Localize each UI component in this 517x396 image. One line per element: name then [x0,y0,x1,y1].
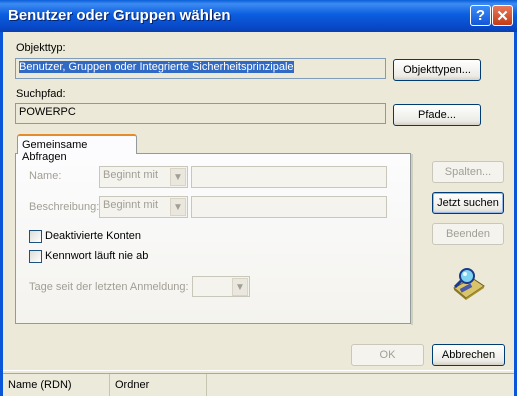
search-path-label: Suchpfad: [16,88,66,100]
chevron-down-icon: ▼ [232,278,248,296]
search-icon [453,268,485,300]
last-login-dropdown[interactable]: ▼ [192,276,250,297]
search-path-field: POWERPC [15,103,386,124]
chevron-down-icon: ▼ [170,168,186,186]
description-mode-dropdown[interactable]: Beginnt mit ▼ [99,196,188,218]
separator [3,370,514,371]
results-list-header: Name (RDN) Ordner [3,373,514,396]
close-icon: ✕ [496,7,509,25]
panel-shadow [411,154,413,325]
object-type-value: Benutzer, Gruppen oder Integrierte Siche… [19,61,294,73]
window-frame-left [0,32,3,396]
name-mode-dropdown[interactable]: Beginnt mit ▼ [99,166,188,188]
close-button[interactable]: ✕ [492,5,513,26]
disabled-accounts-label: Deaktivierte Konten [45,230,141,242]
columns-button[interactable]: Spalten... [432,161,504,183]
column-header-name[interactable]: Name (RDN) [3,374,110,396]
column-header-folder-label: Ordner [115,379,150,391]
disabled-accounts-checkbox[interactable] [29,230,42,243]
ok-button-label: OK [379,349,396,361]
columns-button-label: Spalten... [444,166,492,178]
search-now-button[interactable]: Jetzt suchen [432,192,504,214]
description-mode-value: Beginnt mit [103,199,159,211]
stop-button[interactable]: Beenden [432,223,504,245]
object-types-button-label: Objekttypen... [403,64,471,76]
chevron-down-icon: ▼ [170,198,186,216]
name-input[interactable] [191,166,387,188]
object-type-label: Objekttyp: [16,42,66,54]
description-label: Beschreibung: [29,201,100,213]
paths-button-label: Pfade... [418,109,456,121]
window-title: Benutzer oder Gruppen wählen [8,7,231,24]
object-type-field: Benutzer, Gruppen oder Integrierte Siche… [15,58,386,79]
help-icon: ? [475,7,486,24]
paths-button[interactable]: Pfade... [393,104,481,126]
title-bar: Benutzer oder Gruppen wählen ? ✕ [0,0,517,32]
stop-button-label: Beenden [445,228,491,240]
tab-common-queries[interactable]: Gemeinsame Abfragen [17,134,137,163]
column-header-name-label: Name (RDN) [8,379,72,391]
help-button[interactable]: ? [470,5,491,26]
object-types-button[interactable]: Objekttypen... [393,59,481,81]
search-path-value: POWERPC [19,106,76,118]
description-input[interactable] [191,196,387,218]
cancel-button-label: Abbrechen [441,349,496,361]
ok-button[interactable]: OK [351,344,424,366]
column-header-folder[interactable]: Ordner [110,374,207,396]
search-now-button-label: Jetzt suchen [437,197,499,209]
name-label: Name: [29,170,62,182]
last-login-label: Tage seit der letzten Anmeldung: [29,281,189,293]
password-never-expires-label: Kennwort läuft nie ab [45,250,149,262]
name-mode-value: Beginnt mit [103,169,159,181]
password-never-expires-checkbox[interactable] [29,250,42,263]
cancel-button[interactable]: Abbrechen [432,344,505,366]
